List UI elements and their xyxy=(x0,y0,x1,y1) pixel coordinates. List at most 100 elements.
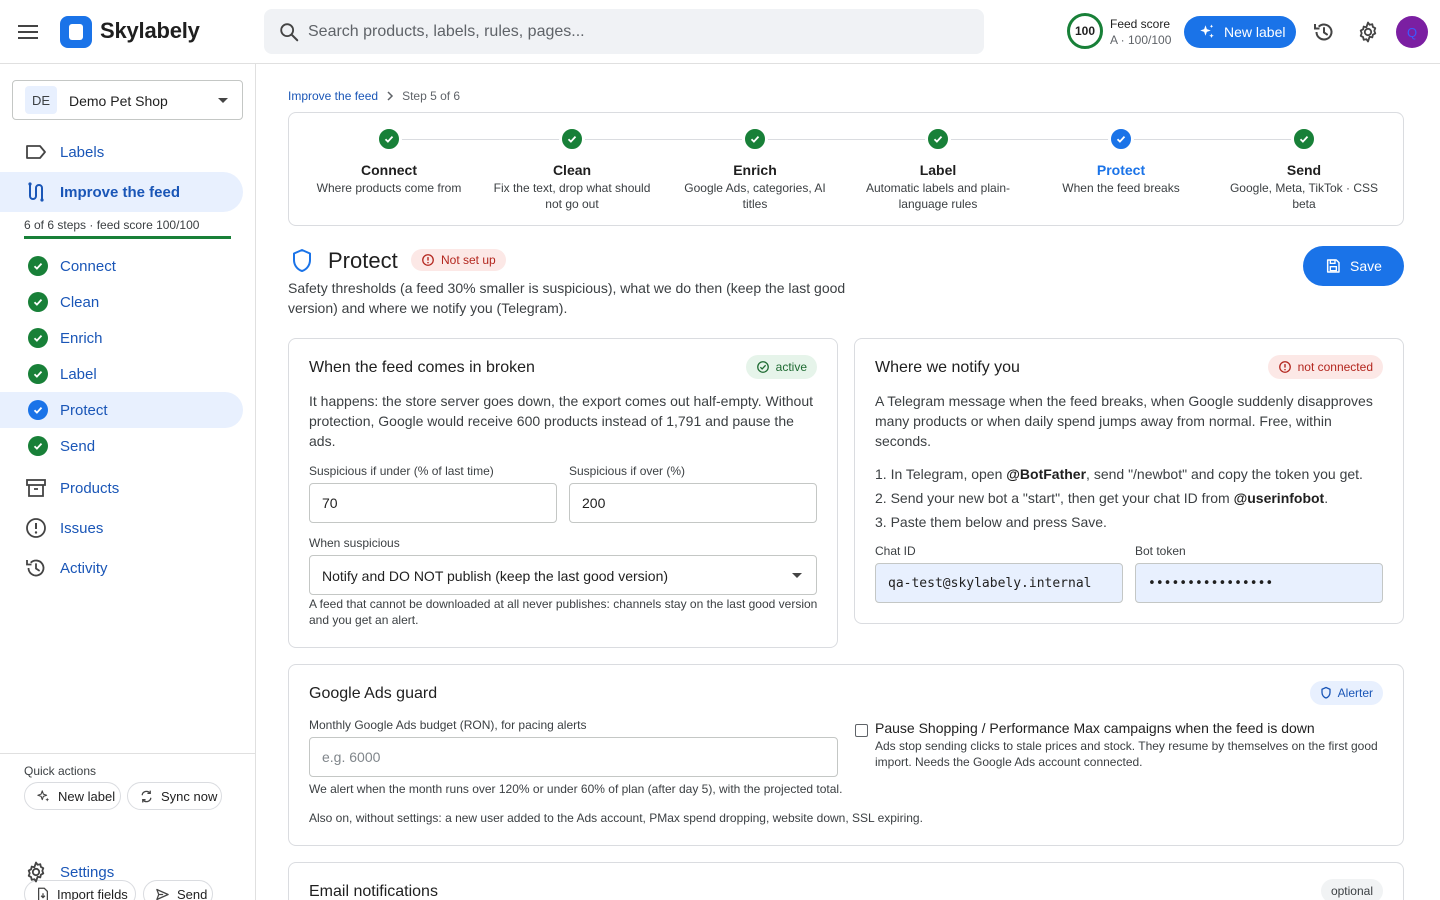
sidebar-item-improve-feed[interactable]: Improve the feed xyxy=(0,172,243,212)
stepper: Connect Where products come from Clean F… xyxy=(288,112,1404,226)
email-notifications-card: Email notifications optional xyxy=(288,862,1404,900)
stepper-step-clean[interactable]: Clean Fix the text, drop what should not… xyxy=(492,127,652,212)
check-circle-icon xyxy=(560,127,584,151)
check-circle-icon xyxy=(28,328,48,348)
app-logo-icon[interactable] xyxy=(60,16,92,48)
field-label: Suspicious if over (%) xyxy=(569,464,686,478)
stepper-step-title: Label xyxy=(919,162,957,178)
search-icon xyxy=(278,21,300,43)
sidebar-item-issues[interactable]: Issues xyxy=(0,508,243,548)
sidebar-step-label: Label xyxy=(60,366,97,383)
card-title: Google Ads guard xyxy=(309,685,438,702)
sidebar-item-products[interactable]: Products xyxy=(0,468,243,508)
broken-feed-card: When the feed comes in broken active It … xyxy=(288,338,838,648)
new-label-button[interactable]: New label xyxy=(1184,16,1296,48)
checkbox-label[interactable]: Pause Shopping / Performance Max campaig… xyxy=(875,720,1315,736)
status-badge: Not set up xyxy=(411,249,506,271)
check-circle-icon xyxy=(28,292,48,312)
search-bar[interactable] xyxy=(264,9,984,54)
quick-new-label-button[interactable]: New label xyxy=(24,782,121,810)
status-badge: Alerter xyxy=(1309,681,1383,705)
quick-sync-now-button[interactable]: Sync now xyxy=(127,782,222,810)
card-description: It happens: the store server goes down, … xyxy=(309,393,813,449)
stepper-step-connect[interactable]: Connect Where products come from xyxy=(309,127,469,196)
chevron-down-icon xyxy=(792,573,802,578)
sidebar-step-send[interactable]: Send xyxy=(0,428,243,464)
steps-progress-bar xyxy=(24,236,231,239)
breadcrumb: Improve the feed Step 5 of 6 xyxy=(288,89,460,103)
gear-icon[interactable] xyxy=(1356,20,1380,44)
sidebar-step-connect[interactable]: Connect xyxy=(0,248,243,284)
monthly-budget-input[interactable] xyxy=(309,737,838,777)
sidebar-item-labels[interactable]: Labels xyxy=(0,132,243,172)
check-circle-icon xyxy=(1109,127,1133,151)
stepper-step-send[interactable]: Send Google, Meta, TikTok · CSS beta xyxy=(1224,127,1384,212)
chevron-right-icon xyxy=(386,91,394,101)
status-badge-text: Not set up xyxy=(441,253,496,267)
pause-campaigns-checkbox[interactable] xyxy=(855,724,868,737)
feed-score-ring[interactable]: 100 xyxy=(1067,13,1103,49)
sidebar-item-activity[interactable]: Activity xyxy=(0,548,243,588)
history-icon[interactable] xyxy=(1312,20,1336,44)
stepper-step-title: Connect xyxy=(361,162,417,178)
save-button[interactable]: Save xyxy=(1303,246,1404,286)
sidebar-item-label: Improve the feed xyxy=(60,184,181,201)
suspicious-under-input[interactable] xyxy=(309,483,557,523)
status-badge-text: Alerter xyxy=(1337,686,1373,700)
stepper-step-protect[interactable]: Protect When the feed breaks xyxy=(1041,127,1201,196)
check-circle-icon xyxy=(28,436,48,456)
card-title: Email notifications xyxy=(309,883,438,900)
check-circle-icon xyxy=(743,127,767,151)
setup-step: 2. Send your new bot a "start", then get… xyxy=(875,490,1329,506)
status-badge: active xyxy=(745,355,817,379)
also-on-note: Also on, without settings: a new user ad… xyxy=(309,811,923,825)
stepper-step-desc: Google, Meta, TikTok · CSS beta xyxy=(1229,181,1379,211)
check-circle-icon xyxy=(756,360,770,374)
check-circle-icon xyxy=(28,364,48,384)
label-icon xyxy=(24,140,48,164)
sparkle-icon xyxy=(1198,23,1216,41)
stepper-step-enrich[interactable]: Enrich Google Ads, categories, AI titles xyxy=(675,127,835,212)
breadcrumb-link[interactable]: Improve the feed xyxy=(288,89,378,103)
sidebar-item-label: Issues xyxy=(60,520,104,537)
page-title: Protect xyxy=(328,248,398,273)
stepper-step-title: Send xyxy=(1286,162,1322,178)
check-circle-icon xyxy=(1292,127,1316,151)
checkbox-description: Ads stop sending clicks to stale prices … xyxy=(875,739,1378,769)
quick-actions-title: Quick actions xyxy=(24,764,97,778)
stepper-step-label[interactable]: Label Automatic labels and plain-languag… xyxy=(858,127,1018,212)
check-circle-icon xyxy=(926,127,950,151)
steps-progress-fill xyxy=(24,236,231,239)
shop-selector[interactable]: DE Demo Pet Shop xyxy=(12,80,243,120)
sparkle-icon xyxy=(36,789,51,804)
sidebar-item-label: Activity xyxy=(60,560,108,577)
card-title: When the feed comes in broken xyxy=(309,359,535,376)
suspicious-over-input[interactable] xyxy=(569,483,817,523)
status-badge: not connected xyxy=(1267,355,1383,379)
sync-icon xyxy=(139,789,154,804)
menu-icon[interactable] xyxy=(12,16,44,48)
gear-icon xyxy=(24,860,48,884)
select-value: Notify and DO NOT publish (keep the last… xyxy=(322,568,669,584)
when-suspicious-select[interactable]: Notify and DO NOT publish (keep the last… xyxy=(309,555,817,595)
stepper-step-desc: Where products come from xyxy=(316,181,462,195)
sidebar-item-settings[interactable]: Settings xyxy=(0,852,243,892)
stepper-step-title: Clean xyxy=(552,162,592,178)
app-name[interactable]: Skylabely xyxy=(100,18,200,44)
sidebar-step-clean[interactable]: Clean xyxy=(0,284,243,320)
stepper-step-desc: Fix the text, drop what should not go ou… xyxy=(493,181,651,211)
search-input[interactable] xyxy=(308,9,968,54)
history-icon xyxy=(24,556,48,580)
bot-token-input[interactable] xyxy=(1135,563,1383,603)
chat-id-input[interactable] xyxy=(875,563,1123,603)
sidebar-step-label: Send xyxy=(60,438,96,455)
avatar[interactable]: Q xyxy=(1396,16,1428,48)
sidebar-step-label: Connect xyxy=(60,258,116,275)
sidebar-step-enrich[interactable]: Enrich xyxy=(0,320,243,356)
sidebar-step-label-rules[interactable]: Label xyxy=(0,356,243,392)
sidebar-item-label: Labels xyxy=(60,144,105,161)
check-circle-icon xyxy=(377,127,401,151)
chip-label: New label xyxy=(58,788,116,804)
status-badge-text: active xyxy=(775,360,807,374)
sidebar-step-protect[interactable]: Protect xyxy=(0,392,243,428)
